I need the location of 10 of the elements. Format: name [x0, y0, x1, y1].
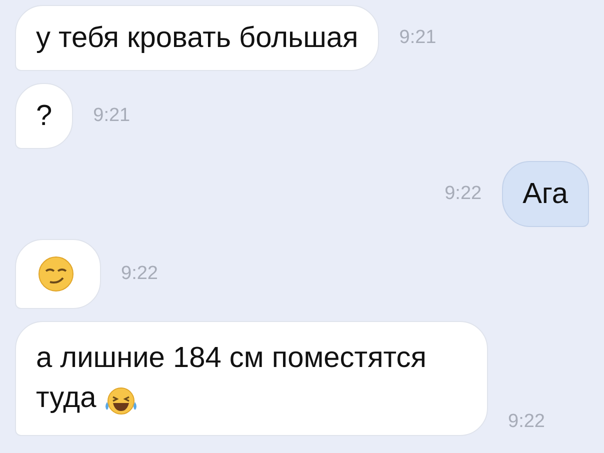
message-time: 9:22: [444, 182, 482, 206]
message-text: у тебя кровать большая: [36, 22, 358, 54]
message-time: 9:21: [399, 26, 436, 50]
message-time: 9:22: [508, 410, 545, 434]
message-time: 9:21: [93, 104, 130, 128]
message-text: ?: [36, 100, 52, 132]
message-text: Ага: [522, 178, 568, 210]
laughing-tears-icon: [104, 386, 138, 416]
message-time: 9:22: [121, 262, 158, 286]
smirking-face-icon: [38, 256, 74, 292]
